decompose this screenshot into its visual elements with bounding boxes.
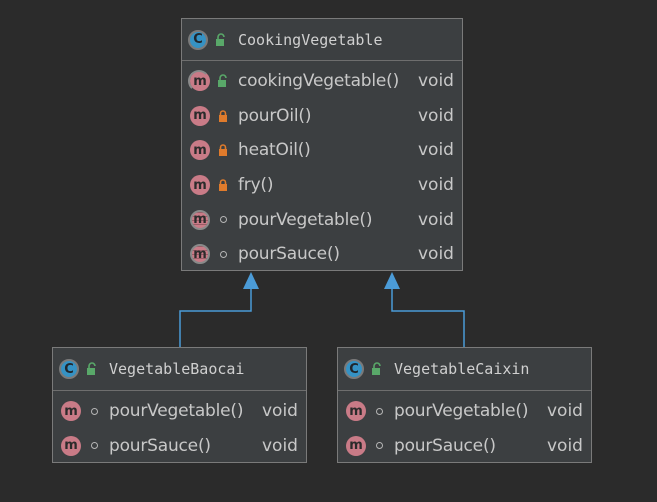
- inheritance-line-caixin: [391, 288, 465, 348]
- class-box-vegetable-baocai[interactable]: C VegetableBaocai m pourVegetable() void…: [52, 347, 307, 463]
- package-visibility-icon: [87, 404, 101, 418]
- package-visibility-icon: [372, 404, 386, 418]
- return-type: void: [418, 175, 454, 196]
- public-lock-icon: [216, 74, 230, 88]
- public-lock-icon: [214, 32, 228, 47]
- member-row-pourvegetable[interactable]: m pourVegetable() void: [338, 394, 591, 429]
- package-visibility-icon: [216, 247, 230, 261]
- return-type: void: [418, 71, 454, 92]
- class-header: C VegetableCaixin: [338, 348, 591, 391]
- member-row-fry[interactable]: m fry() void: [182, 168, 462, 203]
- method-icon: m: [188, 70, 210, 93]
- package-visibility-icon: [216, 213, 230, 227]
- class-box-vegetable-caixin[interactable]: C VegetableCaixin m pourVegetable() void…: [337, 347, 592, 463]
- member-row-pourvegetable[interactable]: m pourVegetable() void: [53, 394, 306, 429]
- class-box-cooking-vegetable[interactable]: C CookingVegetable m cookingVegetable() …: [181, 18, 463, 271]
- inheritance-line-baocai: [179, 288, 252, 348]
- member-list: m cookingVegetable() void m pourOil() vo…: [182, 61, 462, 272]
- class-icon: C: [59, 359, 79, 379]
- private-lock-icon: [216, 178, 230, 192]
- return-type: void: [418, 209, 454, 230]
- method-icon: m: [61, 435, 81, 456]
- inheritance-arrowhead-caixin: [384, 272, 400, 289]
- method-name: fry(): [238, 175, 274, 196]
- method-name: heatOil(): [238, 140, 311, 161]
- method-name: pourSauce(): [394, 435, 496, 456]
- member-row-pouroil[interactable]: m pourOil() void: [182, 99, 462, 134]
- class-icon: C: [344, 359, 364, 379]
- method-icon: m: [190, 175, 210, 196]
- private-lock-icon: [216, 143, 230, 157]
- method-icon: m: [346, 401, 366, 422]
- method-name: cookingVegetable(): [238, 71, 400, 92]
- member-row-heatoil[interactable]: m heatOil() void: [182, 133, 462, 168]
- return-type: void: [418, 140, 454, 161]
- member-list: m pourVegetable() void m pourSauce() voi…: [53, 391, 306, 463]
- return-type: void: [418, 105, 454, 126]
- return-type: void: [547, 435, 583, 456]
- method-name: pourSauce(): [109, 435, 211, 456]
- return-type: void: [547, 401, 583, 422]
- method-name: pourOil(): [238, 105, 312, 126]
- method-icon: m: [190, 140, 210, 161]
- method-name: pourSauce(): [238, 244, 340, 265]
- member-row-poursauce[interactable]: m pourSauce() void: [53, 429, 306, 464]
- method-icon: m: [190, 209, 210, 230]
- private-lock-icon: [216, 109, 230, 123]
- public-lock-icon: [85, 362, 99, 376]
- class-header: C VegetableBaocai: [53, 348, 306, 391]
- public-lock-icon: [370, 362, 384, 376]
- class-name: CookingVegetable: [238, 30, 383, 49]
- method-name: pourVegetable(): [394, 401, 529, 422]
- class-header: C CookingVegetable: [182, 19, 462, 61]
- return-type: void: [262, 401, 298, 422]
- method-name: pourVegetable(): [238, 209, 373, 230]
- member-list: m pourVegetable() void m pourSauce() voi…: [338, 391, 591, 463]
- package-visibility-icon: [372, 439, 386, 453]
- return-type: void: [418, 244, 454, 265]
- method-icon: m: [190, 105, 210, 126]
- member-row-cookingvegetable[interactable]: m cookingVegetable() void: [182, 64, 462, 99]
- method-icon: m: [190, 244, 210, 265]
- class-name: VegetableBaocai: [109, 360, 245, 378]
- inheritance-arrowhead-baocai: [243, 272, 259, 289]
- method-icon: m: [61, 401, 81, 422]
- member-row-poursauce[interactable]: m pourSauce() void: [338, 429, 591, 464]
- method-icon: m: [346, 435, 366, 456]
- member-row-pourvegetable[interactable]: m pourVegetable() void: [182, 202, 462, 237]
- return-type: void: [262, 435, 298, 456]
- member-row-poursauce[interactable]: m pourSauce() void: [182, 237, 462, 272]
- class-icon: C: [188, 29, 208, 50]
- package-visibility-icon: [87, 439, 101, 453]
- class-name: VegetableCaixin: [394, 360, 530, 378]
- method-name: pourVegetable(): [109, 401, 244, 422]
